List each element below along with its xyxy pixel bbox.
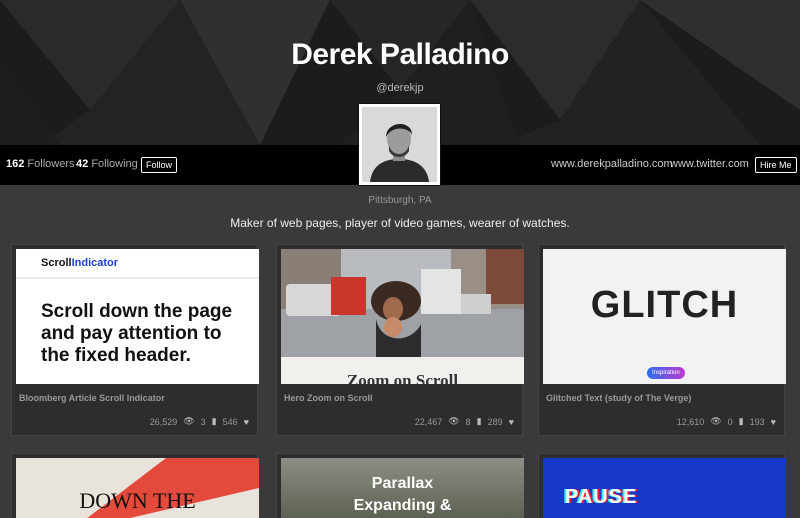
followers-stat[interactable]: 162 Followers	[6, 158, 75, 170]
views-count: 22,467	[414, 416, 443, 427]
heart-icon: ♥	[243, 416, 249, 427]
comment-icon: ▮	[476, 416, 482, 426]
twitter-link[interactable]: www.twitter.com	[670, 158, 749, 170]
profile-handle: @derekjp	[376, 82, 424, 94]
pen-title[interactable]: Hero Zoom on Scroll	[284, 393, 373, 403]
avatar[interactable]	[358, 103, 441, 186]
profile-name: Derek Palladino	[291, 38, 509, 71]
hire-me-button[interactable]: Hire Me	[755, 157, 797, 173]
likes-count: 289	[487, 416, 503, 427]
glitch-text: GLITCH	[590, 284, 739, 326]
pen-thumbnail[interactable]: Zoom on Scroll	[281, 249, 524, 384]
street-photo	[281, 249, 524, 384]
thumbnail-caption: Zoom on Scroll	[346, 371, 459, 384]
following-label: Following	[91, 158, 138, 170]
pen-thumbnail[interactable]: Parallax Expanding &	[281, 458, 524, 518]
pen-title[interactable]: Bloomberg Article Scroll Indicator	[19, 393, 165, 403]
heart-icon: ♥	[508, 416, 514, 427]
follow-button[interactable]: Follow	[141, 157, 178, 173]
following-stat[interactable]: 42 Following	[76, 158, 138, 170]
comment-icon: ▮	[738, 416, 744, 426]
followers-count: 162	[6, 158, 25, 170]
eye-icon: 👁	[448, 416, 460, 426]
profile-location: Pittsburgh, PA	[368, 195, 432, 206]
pen-stats: 26,529 👁 3 ▮ 546 ♥	[150, 416, 249, 427]
views-count: 12,610	[676, 416, 705, 427]
likes-count: 546	[222, 416, 238, 427]
pen-thumbnail[interactable]: ScrollIndicator Scroll down the page and…	[16, 249, 259, 384]
thumbnail-text-2: Expanding &	[353, 497, 452, 514]
thumbnail-text: DOWN THE	[79, 488, 196, 513]
pen-card[interactable]: Zoom on Scroll Hero Zoom on Scroll 22,46…	[276, 244, 524, 436]
pen-stats: 22,467 👁 8 ▮ 289 ♥	[415, 416, 514, 427]
likes-count: 193	[749, 416, 765, 427]
eye-icon: 👁	[710, 416, 722, 426]
pen-stats: 12,610 👁 0 ▮ 193 ♥	[677, 416, 776, 427]
followers-label: Followers	[27, 158, 75, 170]
comments-count: 8	[465, 416, 471, 427]
pen-title[interactable]: Glitched Text (study of The Verge)	[546, 393, 691, 403]
pen-thumbnail[interactable]: PAUSE	[543, 458, 786, 518]
inspiration-pill: Inspiration	[647, 367, 685, 379]
pause-text: PAUSE	[565, 486, 638, 508]
heart-icon: ♥	[770, 416, 776, 427]
avatar-photo	[362, 107, 437, 182]
following-count: 42	[76, 158, 89, 170]
profile-bio: Maker of web pages, player of video game…	[230, 216, 570, 230]
pen-card[interactable]: PAUSE	[538, 453, 786, 518]
pen-card[interactable]: GLITCH Inspiration Glitched Text (study …	[538, 244, 786, 436]
website-link[interactable]: www.derekpalladino.com	[551, 158, 673, 170]
eye-icon: 👁	[183, 416, 195, 426]
scroll-indicator-logo: ScrollIndicator	[41, 257, 119, 269]
pen-card[interactable]: DOWN THE	[11, 453, 259, 518]
pen-thumbnail[interactable]: DOWN THE	[16, 458, 259, 518]
comments-count: 3	[200, 416, 206, 427]
comment-icon: ▮	[211, 416, 217, 426]
views-count: 26,529	[149, 416, 178, 427]
thumbnail-text: Scroll down the page and pay attention t…	[41, 301, 233, 366]
pen-thumbnail[interactable]: GLITCH Inspiration	[543, 249, 786, 384]
thumbnail-text-1: Parallax	[371, 475, 434, 492]
comments-count: 0	[727, 416, 733, 427]
pen-card[interactable]: ScrollIndicator Scroll down the page and…	[11, 244, 259, 436]
pen-card[interactable]: Parallax Expanding &	[276, 453, 524, 518]
